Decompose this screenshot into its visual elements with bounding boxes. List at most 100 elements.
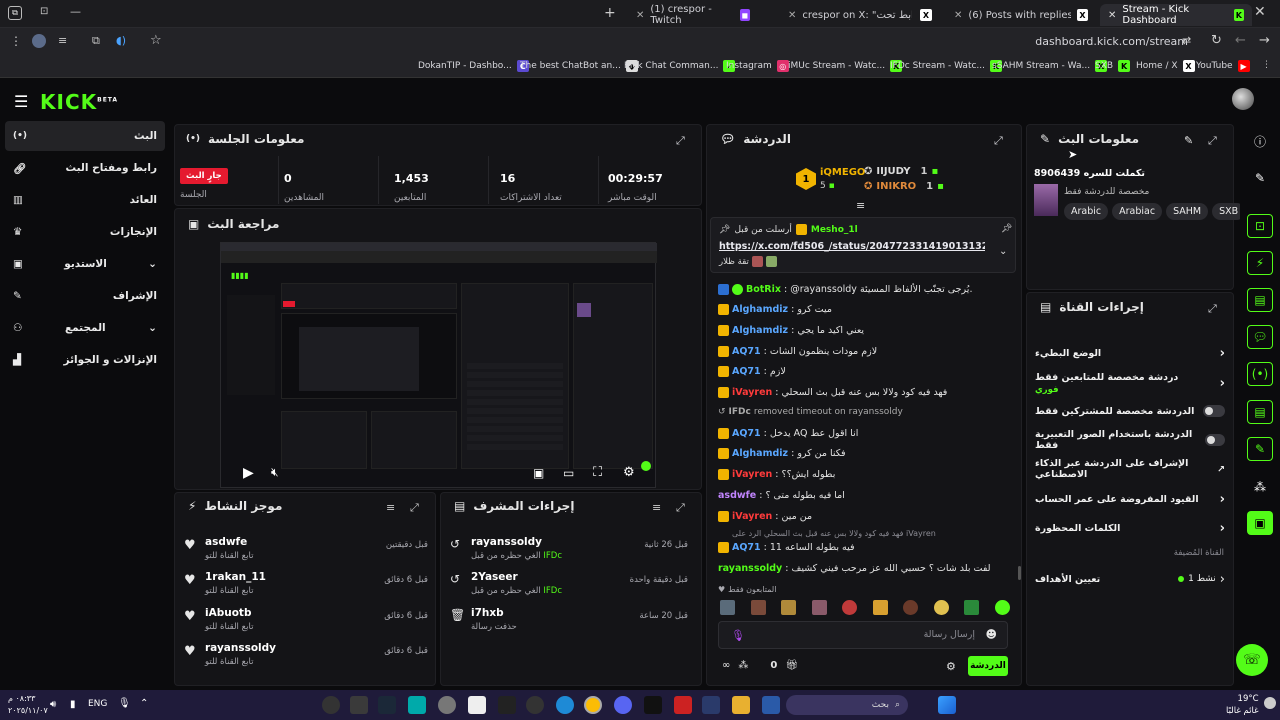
- leader-name[interactable]: iQMEGO: [820, 167, 865, 178]
- bookmark-instagram[interactable]: Instagram ◎: [726, 60, 789, 72]
- emote-icon[interactable]: [964, 600, 980, 615]
- tab-twitch[interactable]: ✕ (1) crespor - Twitch ◼: [628, 4, 758, 26]
- category-thumbnail[interactable]: [1034, 184, 1058, 216]
- mic-icon[interactable]: 🎙︎: [731, 629, 745, 642]
- bookmark-ssahm[interactable]: sSAHM Stream - Wa... K: [992, 60, 1108, 72]
- account-age-row[interactable]: القيود المفروضة على عمر الحساب ›: [1035, 487, 1225, 511]
- close-window-icon[interactable]: ✕: [1254, 4, 1266, 20]
- banned-words-row[interactable]: الكلمات المحظورة ›: [1035, 516, 1225, 540]
- chevron-down-icon[interactable]: ⌄: [999, 246, 1007, 257]
- expand-icon[interactable]: ⤢: [994, 134, 1008, 148]
- emote-icon[interactable]: [933, 600, 949, 615]
- expand-icon[interactable]: ⤢: [676, 501, 685, 515]
- chat-settings-icon[interactable]: ⚙: [946, 660, 956, 673]
- app-icon[interactable]: [350, 696, 368, 714]
- infinity-icon[interactable]: ∞: [722, 660, 730, 671]
- hamburger-menu-icon[interactable]: ☰: [14, 92, 28, 111]
- tag[interactable]: SAHM: [1166, 203, 1209, 220]
- chevron-up-icon[interactable]: ⌃: [140, 698, 148, 709]
- expand-icon[interactable]: ⤢: [1208, 302, 1217, 316]
- play-icon[interactable]: ▶: [243, 465, 254, 481]
- sidebar-item-stream-key[interactable]: 🔗︎ رابط ومفتاح البث: [5, 153, 165, 183]
- edit-icon[interactable]: ✎: [1247, 166, 1273, 190]
- sidebar-item-stream[interactable]: (•) البث: [5, 121, 165, 151]
- emote-icon[interactable]: [750, 600, 766, 615]
- profile-icon[interactable]: [32, 34, 46, 48]
- app-icon[interactable]: [762, 696, 780, 714]
- steam-icon[interactable]: [378, 696, 396, 714]
- bookmark-home-x[interactable]: Home / XX: [1136, 60, 1195, 72]
- stream-capture-icon[interactable]: ⊡: [1247, 214, 1273, 238]
- share-icon[interactable]: ⁂: [738, 660, 748, 671]
- settings-icon[interactable]: ⚙: [623, 465, 635, 480]
- reading-list-icon[interactable]: ≡: [58, 34, 67, 47]
- edge-icon[interactable]: [556, 696, 574, 714]
- bookmark-ifdc[interactable]: IFDc Stream - Watc... K: [890, 60, 1003, 72]
- emote-icon[interactable]: [720, 600, 735, 615]
- expand-icon[interactable]: ⤢: [676, 134, 690, 148]
- epic-games-icon[interactable]: [498, 696, 516, 714]
- bookmark-star-icon[interactable]: ☆: [150, 33, 162, 48]
- share-icon[interactable]: ⁂: [1247, 475, 1273, 499]
- user-avatar[interactable]: [1232, 88, 1254, 110]
- file-explorer-icon[interactable]: [732, 696, 750, 714]
- browser-menu-icon[interactable]: ⧉: [8, 6, 22, 20]
- clock[interactable]: ٠٨:٣٣ م ٢٠٢٥/١١/٠٧: [8, 693, 48, 717]
- weather-widget[interactable]: 19°C غائم غالبًا: [1226, 693, 1259, 717]
- app-icon[interactable]: [408, 696, 426, 714]
- url-field[interactable]: dashboard.kick.com/stream: [1035, 35, 1188, 48]
- chrome-icon[interactable]: [584, 696, 602, 714]
- emote-icon[interactable]: [781, 600, 797, 615]
- pip-icon[interactable]: ▣: [533, 466, 544, 480]
- emote-icon[interactable]: [994, 600, 1010, 615]
- emote-icon[interactable]: [903, 600, 919, 615]
- tag[interactable]: Arabic: [1064, 203, 1109, 220]
- more-icon[interactable]: ⋮: [10, 34, 22, 48]
- extensions-icon[interactable]: ⧉: [92, 34, 100, 48]
- settings-icon[interactable]: [438, 696, 456, 714]
- followers-only-row[interactable]: دردشة مخصصة للمتابعين فقط فوري ›: [1035, 369, 1225, 397]
- bookmark-chatbot[interactable]: The best ChatBot an... ◆: [520, 60, 638, 72]
- taskbar-search[interactable]: بحث ⌕: [786, 695, 908, 715]
- volume-icon[interactable]: 🔊︎: [50, 699, 56, 710]
- tab-x-fds06[interactable]: ✕ (6) Posts with replies by FDS06 X: [946, 4, 1096, 26]
- emoji-icon[interactable]: ☻: [986, 628, 997, 641]
- tab-kick-dashboard[interactable]: ✕ Stream - Kick Dashboard K: [1100, 4, 1252, 26]
- bookmark-youtube[interactable]: YouTube ▶: [1196, 60, 1250, 72]
- network-icon[interactable]: ▮: [70, 699, 76, 710]
- collapse-icon[interactable]: ≡: [856, 199, 865, 212]
- more-bookmarks-icon[interactable]: ⋮: [1262, 60, 1271, 70]
- site-settings-icon[interactable]: ⇄: [1182, 34, 1191, 47]
- bookmark-sxb[interactable]: SXB K: [1095, 60, 1131, 72]
- language-indicator[interactable]: ENG: [88, 699, 107, 709]
- expand-icon[interactable]: ⤢: [410, 501, 419, 515]
- sidebar-item-studio[interactable]: ▣ الاستديو ⌄: [5, 249, 165, 279]
- close-tab-icon[interactable]: ✕: [636, 10, 644, 21]
- gift-icon[interactable]: 🎁︎: [785, 660, 798, 671]
- audio-icon[interactable]: ◖): [116, 34, 126, 47]
- bookmark-imuc[interactable]: iMUc Stream - Watc... K: [788, 60, 903, 72]
- slow-mode-row[interactable]: الوضع البطيء ›: [1035, 341, 1225, 365]
- emote-icon[interactable]: [811, 600, 827, 615]
- avatar-button[interactable]: ▣: [1247, 511, 1273, 535]
- wrench-icon[interactable]: ✎: [1247, 437, 1273, 461]
- unpin-icon[interactable]: 📌︎: [1001, 224, 1012, 234]
- store-icon[interactable]: [468, 696, 486, 714]
- forward-icon[interactable]: ←: [1235, 33, 1246, 48]
- edit-icon[interactable]: ✎: [1184, 134, 1193, 147]
- kick-logo[interactable]: KICKBETA: [40, 90, 118, 114]
- goals-row[interactable]: تعيين الأهداف نشط 1 ›: [1035, 567, 1225, 591]
- stream-video[interactable]: ▮▮▮▮ ▶ 🔇︎ ▣ ▭ ⛶ ⚙: [220, 242, 657, 488]
- chat-bubble-icon[interactable]: 💬︎: [1247, 325, 1273, 349]
- info-icon[interactable]: ⓘ: [1247, 129, 1273, 153]
- back-icon[interactable]: →: [1259, 33, 1270, 48]
- bolt-icon[interactable]: ⚡︎: [1247, 251, 1273, 275]
- windows-start-icon[interactable]: [938, 696, 956, 714]
- tab-x-crespor[interactable]: ✕ crespor on X: "حياكم الرابط تحت X: [780, 4, 940, 26]
- discord-icon[interactable]: [614, 696, 632, 714]
- theater-icon[interactable]: ▭: [563, 466, 574, 480]
- emote-only-toggle[interactable]: [1204, 434, 1225, 446]
- support-chat-icon[interactable]: ☏: [1236, 644, 1268, 676]
- sidebar-item-community[interactable]: ⚇ المجتمع ⌄: [5, 313, 165, 343]
- chat-input[interactable]: 🎙︎ إرسال رسالة ☻: [718, 621, 1008, 649]
